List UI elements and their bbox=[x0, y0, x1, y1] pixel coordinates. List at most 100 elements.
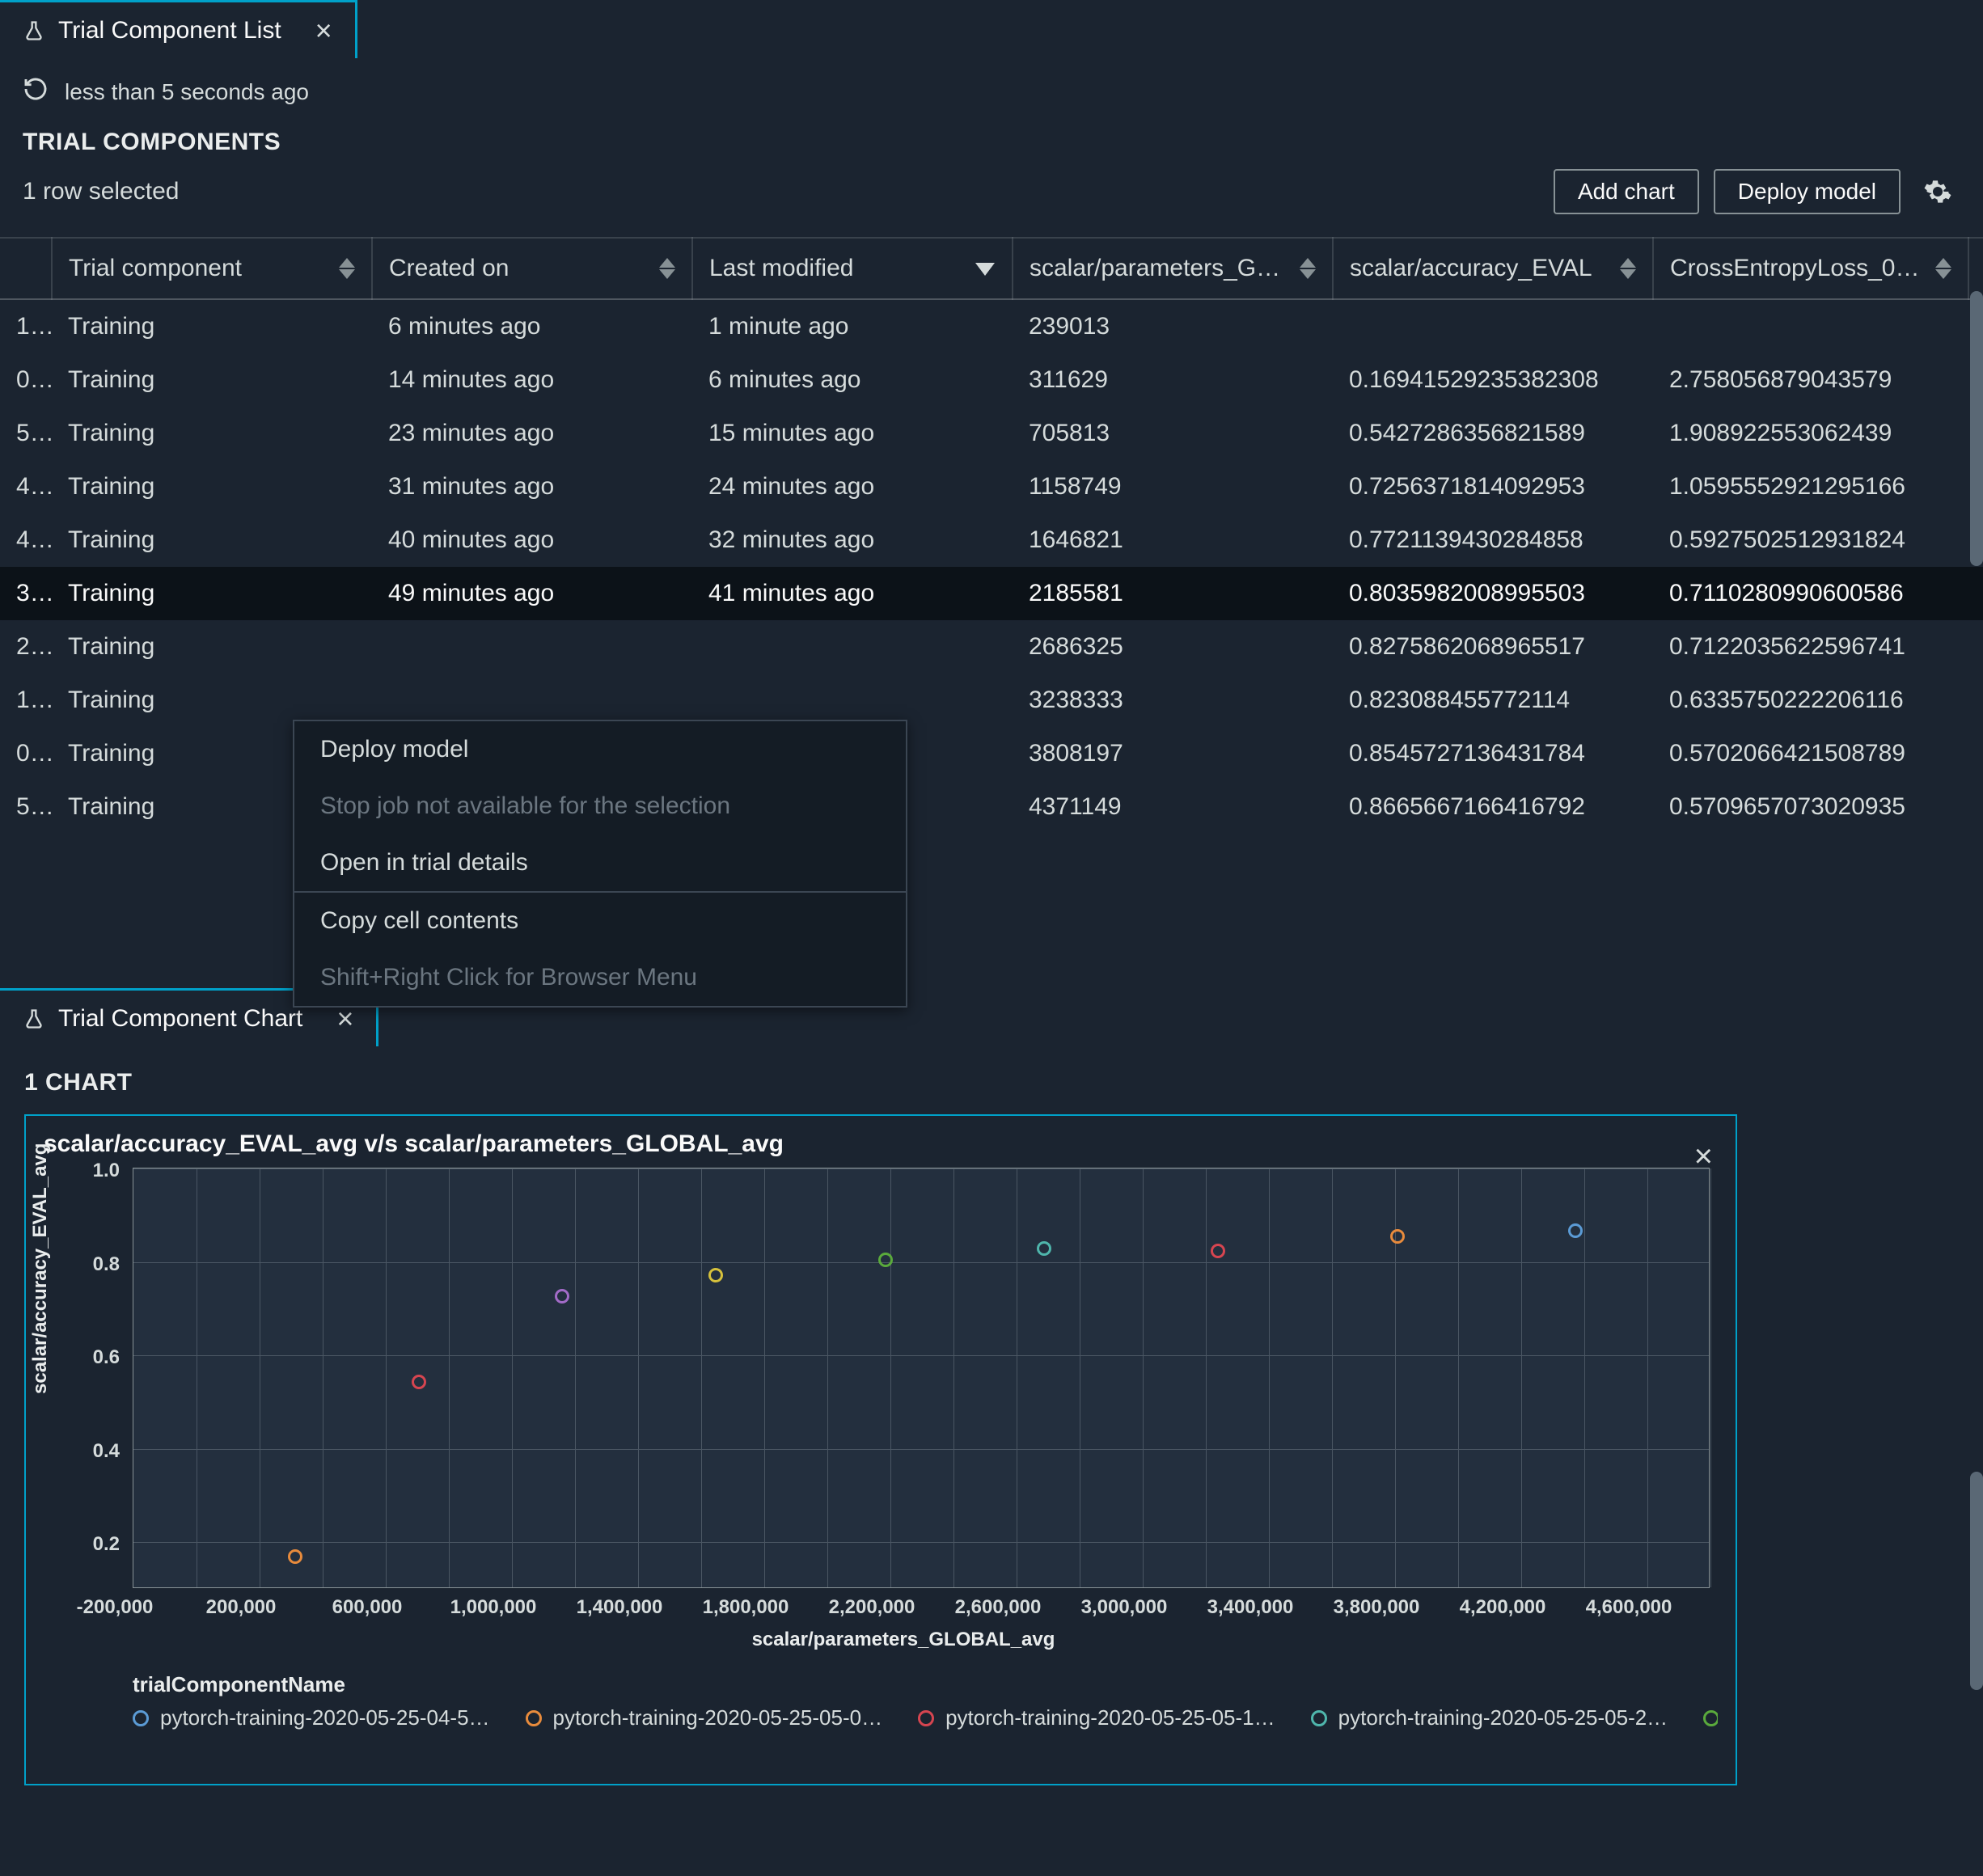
cell-params[interactable]: 2185581 bbox=[1013, 567, 1333, 620]
cell-params[interactable]: 3808197 bbox=[1013, 727, 1333, 780]
cell-name[interactable]: Training bbox=[52, 353, 372, 407]
col-crossentropy-loss[interactable]: CrossEntropyLoss_0_… bbox=[1653, 238, 1968, 299]
cell-modified[interactable] bbox=[692, 620, 1013, 674]
sort-icon[interactable] bbox=[1300, 257, 1316, 280]
legend-item[interactable]: pytorch-training-2020-05-25-04-5… bbox=[133, 1705, 490, 1730]
col-created-on[interactable]: Created on bbox=[372, 238, 692, 299]
data-point[interactable] bbox=[1568, 1223, 1583, 1238]
cell-acc[interactable] bbox=[1333, 299, 1653, 353]
sort-icon[interactable] bbox=[659, 257, 675, 280]
sort-icon[interactable] bbox=[339, 257, 355, 280]
cell-leading[interactable]: 1… bbox=[0, 674, 52, 727]
cell-modified[interactable]: 1 minute ago bbox=[692, 299, 1013, 353]
cell-acc[interactable]: 0.8275862068965517 bbox=[1333, 620, 1653, 674]
col-trial-component[interactable]: Trial component bbox=[52, 238, 372, 299]
table-row[interactable]: 2…Training26863250.82758620689655170.712… bbox=[0, 620, 1983, 674]
data-point[interactable] bbox=[555, 1289, 569, 1303]
cell-created[interactable]: 49 minutes ago bbox=[372, 567, 692, 620]
cell-params[interactable]: 2686325 bbox=[1013, 620, 1333, 674]
cell-modified[interactable]: 32 minutes ago bbox=[692, 513, 1013, 567]
cell-name[interactable]: Training bbox=[52, 513, 372, 567]
col-last-modified[interactable]: Last modified bbox=[692, 238, 1013, 299]
sort-icon[interactable] bbox=[1935, 257, 1951, 280]
cell-name[interactable]: Training bbox=[52, 407, 372, 460]
cell-params[interactable]: 1646821 bbox=[1013, 513, 1333, 567]
cell-name[interactable]: Training bbox=[52, 567, 372, 620]
cell-leading[interactable]: 5… bbox=[0, 780, 52, 834]
cell-name[interactable]: Training bbox=[52, 620, 372, 674]
cell-params[interactable]: 4371149 bbox=[1013, 780, 1333, 834]
cell-created[interactable]: 14 minutes ago bbox=[372, 353, 692, 407]
cell-params[interactable]: 3238333 bbox=[1013, 674, 1333, 727]
context-deploy-model[interactable]: Deploy model bbox=[294, 721, 906, 778]
cell-loss[interactable]: 0.6335750222206116 bbox=[1653, 674, 1968, 727]
cell-loss[interactable]: 1.0595552921295166 bbox=[1653, 460, 1968, 513]
table-row[interactable]: 5…Training23 minutes ago15 minutes ago70… bbox=[0, 407, 1983, 460]
cell-modified[interactable]: 15 minutes ago bbox=[692, 407, 1013, 460]
refresh-icon[interactable] bbox=[23, 76, 49, 108]
sort-icon[interactable] bbox=[1620, 257, 1636, 280]
deploy-model-button[interactable]: Deploy model bbox=[1714, 169, 1901, 214]
cell-loss[interactable]: 1.908922553062439 bbox=[1653, 407, 1968, 460]
cell-leading[interactable]: 3… bbox=[0, 567, 52, 620]
gear-icon[interactable] bbox=[1915, 169, 1960, 214]
cell-leading[interactable]: 5… bbox=[0, 407, 52, 460]
add-chart-button[interactable]: Add chart bbox=[1554, 169, 1699, 214]
cell-created[interactable]: 40 minutes ago bbox=[372, 513, 692, 567]
v-scroll-thumb[interactable] bbox=[1970, 291, 1983, 566]
cell-acc[interactable]: 0.5427286356821589 bbox=[1333, 407, 1653, 460]
col-parameters-global[interactable]: scalar/parameters_GL… bbox=[1013, 238, 1333, 299]
cell-acc[interactable]: 0.8665667166416792 bbox=[1333, 780, 1653, 834]
data-point[interactable] bbox=[1211, 1244, 1225, 1258]
cell-leading[interactable]: 4… bbox=[0, 460, 52, 513]
cell-loss[interactable] bbox=[1653, 299, 1968, 353]
table-row[interactable]: 3…Training49 minutes ago41 minutes ago21… bbox=[0, 567, 1983, 620]
cell-acc[interactable]: 0.16941529235382308 bbox=[1333, 353, 1653, 407]
legend-item[interactable]: pytor bbox=[1703, 1705, 1718, 1730]
legend-item[interactable]: pytorch-training-2020-05-25-05-1… bbox=[918, 1705, 1275, 1730]
cell-params[interactable]: 1158749 bbox=[1013, 460, 1333, 513]
cell-loss[interactable]: 0.7110280990600586 bbox=[1653, 567, 1968, 620]
cell-name[interactable]: Training bbox=[52, 299, 372, 353]
table-row[interactable]: 4…Training40 minutes ago32 minutes ago16… bbox=[0, 513, 1983, 567]
cell-modified[interactable]: 24 minutes ago bbox=[692, 460, 1013, 513]
cell-leading[interactable]: 2… bbox=[0, 620, 52, 674]
cell-acc[interactable]: 0.7256371814092953 bbox=[1333, 460, 1653, 513]
data-point[interactable] bbox=[878, 1253, 893, 1267]
cell-modified[interactable]: 6 minutes ago bbox=[692, 353, 1013, 407]
cell-name[interactable]: Training bbox=[52, 460, 372, 513]
col-leading[interactable] bbox=[0, 238, 52, 299]
v-scroll-thumb[interactable] bbox=[1970, 1472, 1983, 1690]
tab-trial-component-list[interactable]: Trial Component List × bbox=[0, 0, 357, 58]
cell-acc[interactable]: 0.7721139430284858 bbox=[1333, 513, 1653, 567]
cell-acc[interactable]: 0.823088455772114 bbox=[1333, 674, 1653, 727]
close-icon[interactable]: × bbox=[315, 16, 332, 45]
data-point[interactable] bbox=[708, 1268, 723, 1282]
close-icon[interactable]: × bbox=[336, 1004, 353, 1033]
table-row[interactable]: 0…Training14 minutes ago6 minutes ago311… bbox=[0, 353, 1983, 407]
context-open-trial-details[interactable]: Open in trial details bbox=[294, 834, 906, 891]
data-point[interactable] bbox=[288, 1549, 302, 1564]
cell-created[interactable]: 23 minutes ago bbox=[372, 407, 692, 460]
legend-item[interactable]: pytorch-training-2020-05-25-05-2… bbox=[1311, 1705, 1668, 1730]
cell-params[interactable]: 239013 bbox=[1013, 299, 1333, 353]
cell-leading[interactable]: 0… bbox=[0, 727, 52, 780]
cell-loss[interactable]: 2.758056879043579 bbox=[1653, 353, 1968, 407]
context-copy-cell[interactable]: Copy cell contents bbox=[294, 893, 906, 949]
cell-created[interactable]: 6 minutes ago bbox=[372, 299, 692, 353]
cell-leading[interactable]: 4… bbox=[0, 513, 52, 567]
cell-acc[interactable]: 0.8035982008995503 bbox=[1333, 567, 1653, 620]
col-accuracy-eval[interactable]: scalar/accuracy_EVAL bbox=[1333, 238, 1653, 299]
table-row[interactable]: 1…Training6 minutes ago1 minute ago23901… bbox=[0, 299, 1983, 353]
cell-loss[interactable]: 0.5709657073020935 bbox=[1653, 780, 1968, 834]
table-row[interactable]: 4…Training31 minutes ago24 minutes ago11… bbox=[0, 460, 1983, 513]
plot-area[interactable] bbox=[133, 1168, 1710, 1588]
data-point[interactable] bbox=[412, 1375, 426, 1389]
cell-params[interactable]: 311629 bbox=[1013, 353, 1333, 407]
cell-leading[interactable]: 0… bbox=[0, 353, 52, 407]
data-point[interactable] bbox=[1390, 1229, 1405, 1244]
cell-leading[interactable]: 1… bbox=[0, 299, 52, 353]
cell-loss[interactable]: 0.5927502512931824 bbox=[1653, 513, 1968, 567]
col-truncated[interactable]: C bbox=[1968, 238, 1983, 299]
cell-loss[interactable]: 0.5702066421508789 bbox=[1653, 727, 1968, 780]
